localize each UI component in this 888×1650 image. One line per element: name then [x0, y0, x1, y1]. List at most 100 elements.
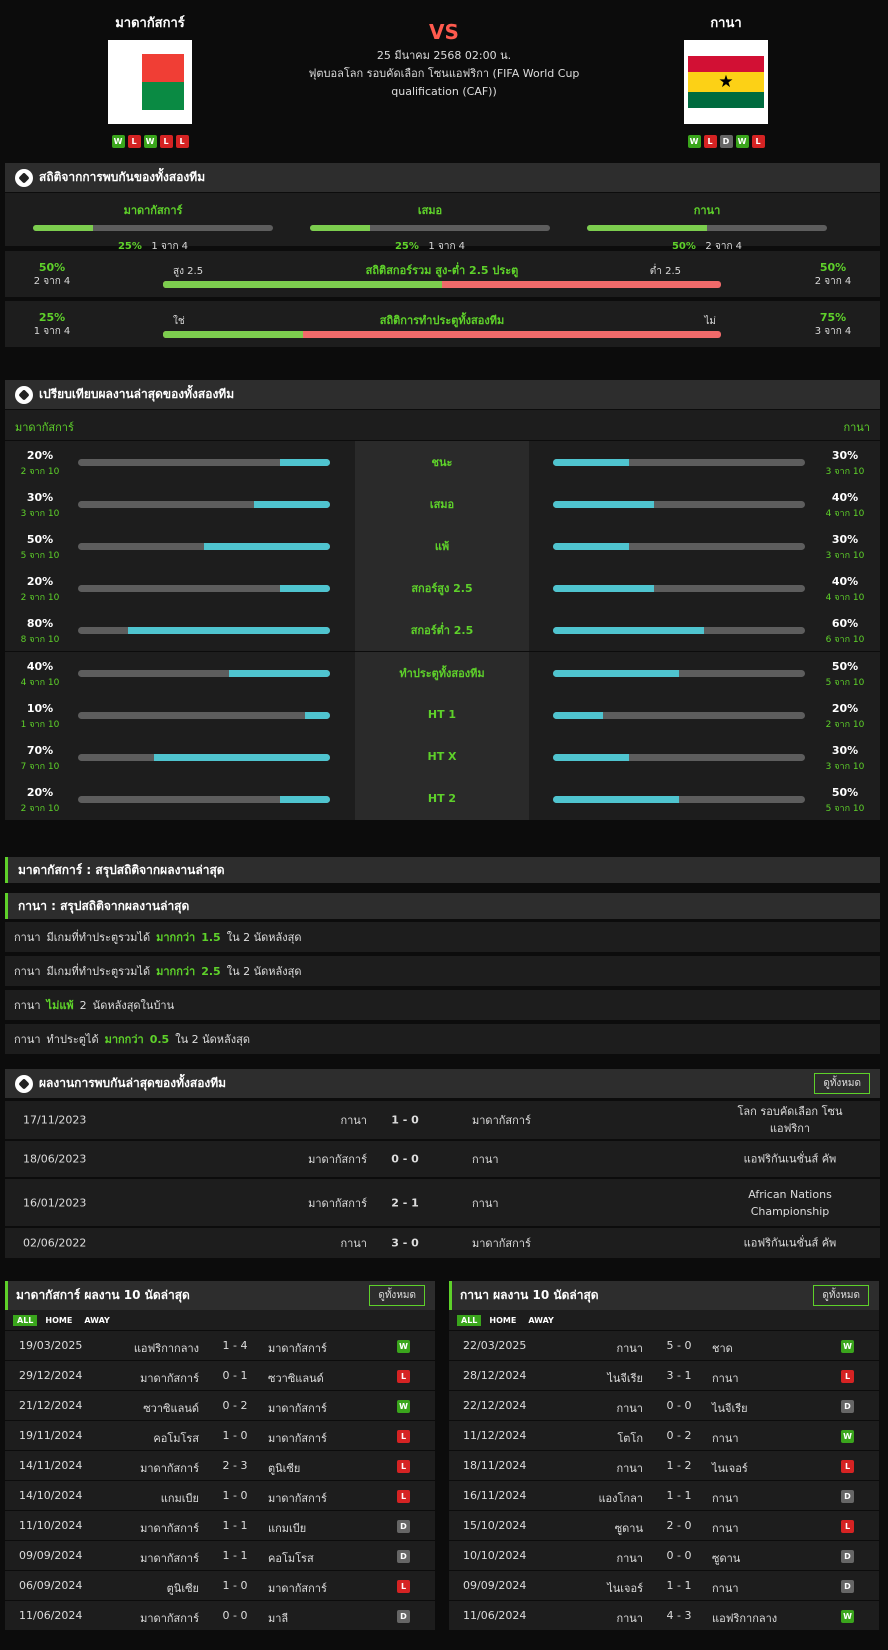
home-pct-value: 40% [26, 659, 54, 673]
result-badge: W [397, 1400, 410, 1413]
match-date: 14/10/2024 [19, 1489, 83, 1502]
result-row[interactable]: 06/09/2024 ตูนิเซีย 1 - 0 มาดากัสการ์ L [5, 1570, 435, 1600]
team: กานา [14, 999, 41, 1012]
home-bar [78, 585, 330, 593]
match-date: 06/09/2024 [19, 1579, 83, 1592]
tab-away[interactable]: AWAY [80, 1315, 114, 1326]
home-team: ซวาซิแลนด์ [143, 1402, 199, 1415]
away-bar [553, 501, 805, 509]
result-row[interactable]: 29/12/2024 มาดากัสการ์ 0 - 1 ซวาซิแลนด์ L [5, 1360, 435, 1390]
under-frac: 2 จาก 4 [814, 276, 852, 287]
away-frac: 4 จาก 10 [825, 509, 865, 520]
tab-home[interactable]: HOME [41, 1315, 76, 1326]
away-pct-value: 40% [831, 491, 859, 505]
home-team: มาดากัสการ์ [140, 1552, 199, 1565]
result-badge: L [397, 1490, 410, 1503]
result-row[interactable]: 21/12/2024 ซวาซิแลนด์ 0 - 2 มาดากัสการ์ W [5, 1390, 435, 1420]
stat-desc: มีเกมที่ทำประตูรวมได้ [46, 931, 151, 944]
away-form: WLDWL [646, 135, 806, 148]
h2h-match-row[interactable]: 16/01/2023 มาดากัสการ์ 2 - 1 กานา African Na… [5, 1179, 880, 1226]
section-title: เปรียบเทียบผลงานล่าสุดของทั้งสองทีม [39, 387, 235, 401]
away-summary-header: กานา : สรุปสถิติจากผลงานล่าสุด [5, 893, 880, 919]
match-date: 18/06/2023 [23, 1152, 87, 1166]
over-under-stat: 50% 2 จาก 4 สูง 2.5 สถิติสกอร์รวม สูง-ต่ำ … [5, 251, 880, 297]
competition: แอฟริกันเนชั่นส์ คัพ [743, 1152, 837, 1166]
result-row[interactable]: 11/12/2024 โตโก 0 - 2 กานา W [449, 1420, 879, 1450]
h2h-match-row[interactable]: 02/06/2022 กานา 3 - 0 มาดากัสการ์ แอฟริกันเน… [5, 1228, 880, 1258]
result-row[interactable]: 11/06/2024 กานา 4 - 3 แอฟริกากลาง W [449, 1600, 879, 1630]
result-badge: L [841, 1520, 854, 1533]
home-team: โตโก [617, 1432, 643, 1445]
result-row[interactable]: 11/06/2024 มาดากัสการ์ 0 - 0 มาลี D [5, 1600, 435, 1630]
tab-all[interactable]: ALL [457, 1314, 482, 1326]
away-team: มาดากัสการ์ [268, 1402, 327, 1415]
away-pct-value: 50% [831, 785, 859, 799]
home-win-bar [33, 225, 273, 231]
away-frac: 5 จาก 10 [825, 677, 865, 688]
stat-suffix: ใน 2 นัดหลังสุด [175, 1033, 250, 1046]
draw-bar [310, 225, 550, 231]
match-date: 11/12/2024 [463, 1429, 527, 1442]
match-date: 14/11/2024 [19, 1459, 83, 1472]
away-pct-value: 50% [831, 659, 859, 673]
home-last10-title: มาดากัสการ์ ผลงาน 10 นัดล่าสุด [16, 1288, 190, 1302]
match-date: 02/06/2022 [23, 1236, 87, 1250]
home-team[interactable]: มาดากัสการ์ WLWLL [70, 12, 230, 148]
result-row[interactable]: 19/11/2024 คอโมโรส 1 - 0 มาดากัสการ์ L [5, 1420, 435, 1450]
result-row[interactable]: 19/03/2025 แอฟริกากลาง 1 - 4 มาดากัสการ์ W [5, 1330, 435, 1360]
away-team-name: กานา [710, 16, 742, 31]
result-row[interactable]: 28/12/2024 ไนจีเรีย 3 - 1 กานา L [449, 1360, 879, 1390]
away-team: กานา [472, 1196, 499, 1210]
away-team: มาดากัสการ์ [472, 1237, 531, 1250]
away-tabs: ALL HOME AWAY [449, 1310, 879, 1330]
stat-value: 1.5 [201, 930, 221, 944]
result-row[interactable]: 22/03/2025 กานา 5 - 0 ชาด W [449, 1330, 879, 1360]
view-all-home-button[interactable]: ดูทั้งหมด [369, 1285, 425, 1306]
h2h-match-row[interactable]: 17/11/2023 กานา 1 - 0 มาดากัสการ์ โลก รอบคัด… [5, 1101, 880, 1139]
stat-suffix: นัดหลังสุดในบ้าน [92, 999, 175, 1012]
away-team: กานา [712, 1522, 739, 1535]
away-team[interactable]: กานา ★ WLDWL [646, 12, 806, 148]
home-team: คอโมโรส [153, 1432, 199, 1445]
view-all-h2h-button[interactable]: ดูทั้งหมด [814, 1073, 870, 1094]
h2h-match-row[interactable]: 18/06/2023 มาดากัสการ์ 0 - 0 กานา แอฟริกันเน… [5, 1141, 880, 1177]
result-row[interactable]: 18/11/2024 กานา 1 - 2 ไนเจอร์ L [449, 1450, 879, 1480]
stat-suffix: ใน 2 นัดหลังสุด [226, 931, 302, 944]
form-badge: L [703, 135, 717, 148]
stat-qualifier: มากกว่า [156, 931, 196, 944]
tab-all[interactable]: ALL [13, 1314, 38, 1326]
stat-suffix: ใน 2 นัดหลังสุด [226, 965, 302, 978]
result-row[interactable]: 14/10/2024 แกมเบีย 1 - 0 มาดากัสการ์ L [5, 1480, 435, 1510]
score: 2 - 3 [222, 1459, 248, 1472]
tab-away[interactable]: AWAY [524, 1315, 558, 1326]
form-badge: L [127, 135, 141, 148]
compare-label: แพ้ [355, 525, 529, 568]
result-row[interactable]: 10/10/2024 กานา 0 - 0 ซูดาน D [449, 1540, 879, 1570]
result-row[interactable]: 09/09/2024 มาดากัสการ์ 1 - 1 คอโมโรส D [5, 1540, 435, 1570]
home-team: กานา [616, 1462, 643, 1475]
view-all-away-button[interactable]: ดูทั้งหมด [813, 1285, 869, 1306]
home-last10: มาดากัสการ์ ผลงาน 10 นัดล่าสุด ดูทั้งหมด … [5, 1281, 435, 1630]
away-frac: 3 จาก 10 [825, 761, 865, 772]
home-summary-header: มาดากัสการ์ : สรุปสถิติจากผลงานล่าสุด [5, 857, 880, 883]
score: 1 - 0 [222, 1579, 248, 1592]
result-row[interactable]: 15/10/2024 ซูดาน 2 - 0 กานา L [449, 1510, 879, 1540]
compare-label: สกอร์ต่ำ 2.5 [355, 609, 529, 652]
team: กานา [14, 931, 41, 944]
compare-label: เสมอ [355, 483, 529, 526]
result-row[interactable]: 09/09/2024 ไนเจอร์ 1 - 1 กานา D [449, 1570, 879, 1600]
score: 4 - 3 [666, 1609, 692, 1622]
score: 0 - 1 [222, 1369, 248, 1382]
match-date: 28/12/2024 [463, 1369, 527, 1382]
result-row[interactable]: 11/10/2024 มาดากัสการ์ 1 - 1 แกมเบีย D [5, 1510, 435, 1540]
competition-name: ฟุตบอลโลก รอบคัดเลือก โซนแอฟริกา (FIFA W… [308, 67, 580, 98]
result-row[interactable]: 22/12/2024 กานา 0 - 0 ไนจีเรีย D [449, 1390, 879, 1420]
result-row[interactable]: 16/11/2024 แองโกลา 1 - 1 กานา D [449, 1480, 879, 1510]
yes-frac: 1 จาก 4 [33, 326, 71, 337]
result-badge: D [841, 1550, 854, 1563]
score: 2 - 0 [666, 1519, 692, 1532]
tab-home[interactable]: HOME [485, 1315, 520, 1326]
score: 1 - 1 [222, 1549, 248, 1562]
result-row[interactable]: 14/11/2024 มาดากัสการ์ 2 - 3 ตูนิเซีย L [5, 1450, 435, 1480]
score: 5 - 0 [666, 1339, 692, 1352]
